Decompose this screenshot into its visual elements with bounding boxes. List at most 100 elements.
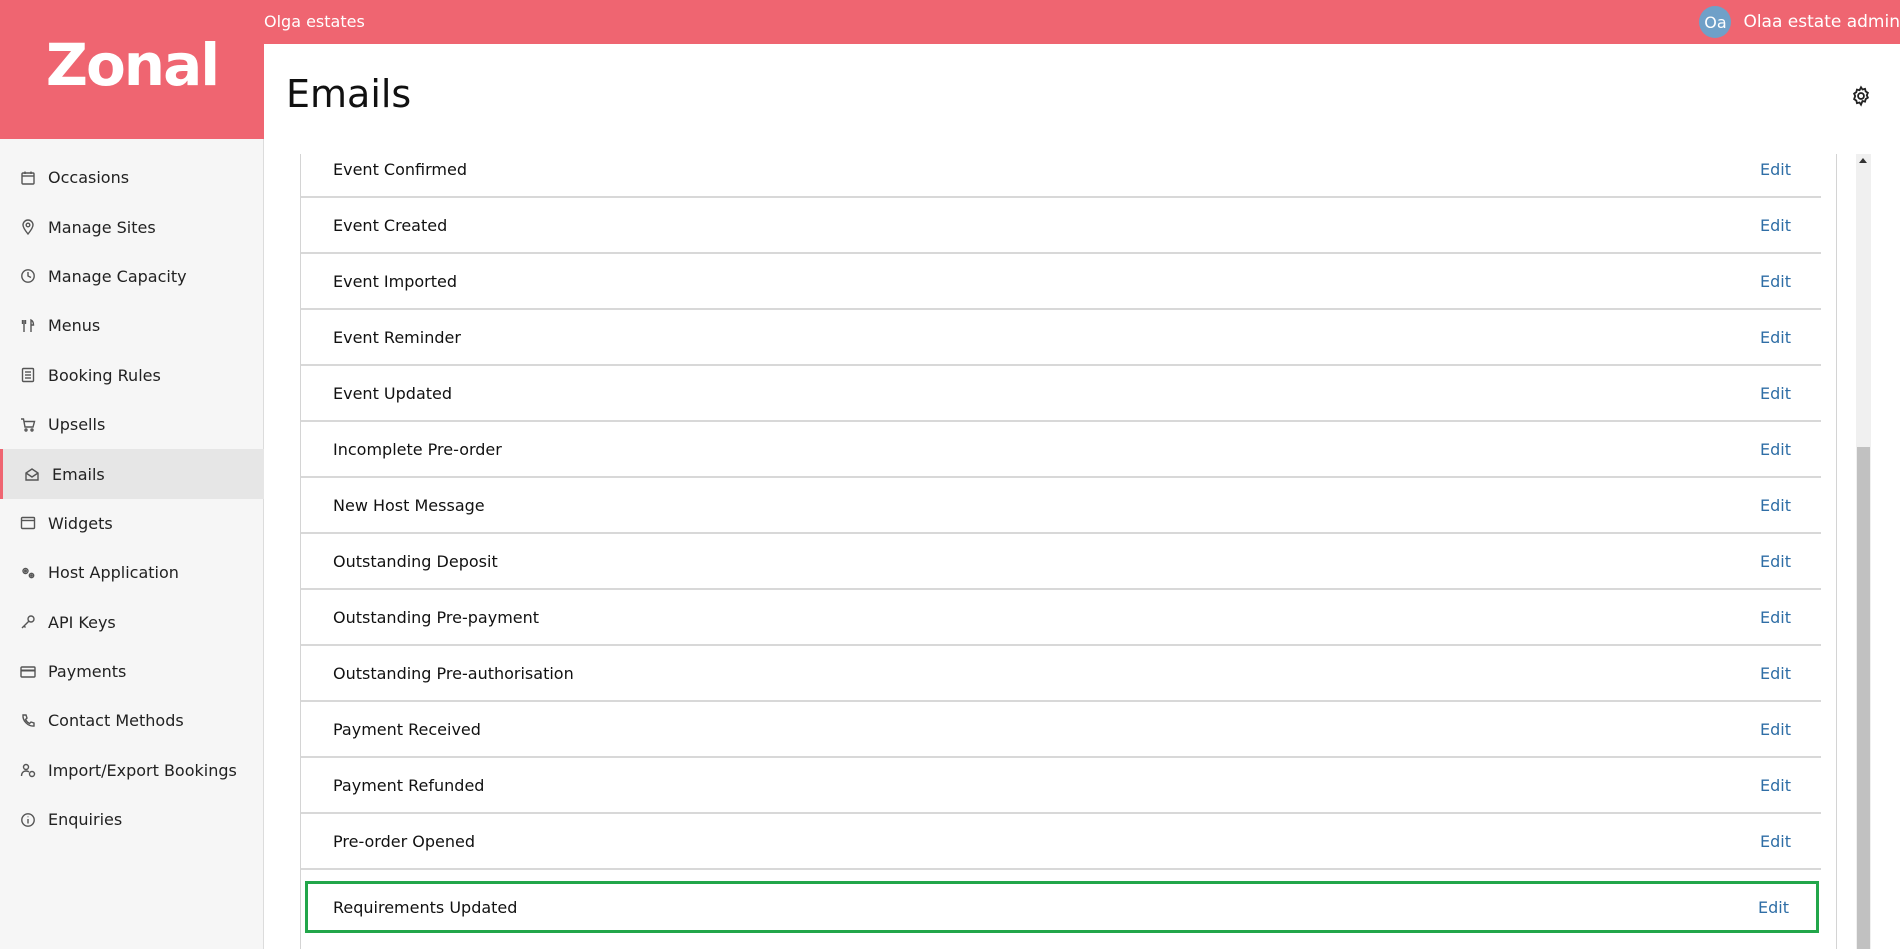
sidebar-item-label: Upsells — [48, 415, 106, 435]
email-template-name: Event Reminder — [333, 327, 461, 347]
list-item-highlighted: Requirements Updated Edit — [305, 881, 1819, 933]
email-template-name: Event Confirmed — [333, 159, 467, 179]
edit-link[interactable]: Edit — [1760, 216, 1791, 235]
edit-link[interactable]: Edit — [1760, 552, 1791, 571]
sidebar-item-manage-capacity[interactable]: Manage Capacity — [0, 252, 264, 301]
list-item: Outstanding Pre-payment Edit — [301, 590, 1821, 646]
edit-link[interactable]: Edit — [1760, 776, 1791, 795]
sidebar: Zonal Occasions Manage Sites Manage Capa… — [0, 0, 264, 949]
email-icon — [24, 466, 40, 482]
sidebar-item-payments[interactable]: Payments — [0, 647, 264, 696]
sidebar-item-label: Occasions — [48, 168, 130, 188]
sidebar-item-label: Manage Capacity — [48, 266, 187, 286]
edit-link[interactable]: Edit — [1760, 496, 1791, 515]
phone-icon — [20, 713, 36, 729]
list-item: Payment Received Edit — [301, 702, 1821, 758]
list-item: Pre-order Opened Edit — [301, 814, 1821, 870]
user-menu[interactable]: Oa Olaa estate admin — [1699, 6, 1900, 38]
sidebar-item-host-application[interactable]: Host Application — [0, 548, 264, 597]
sidebar-item-label: Menus — [48, 316, 101, 336]
sidebar-item-label: API Keys — [48, 612, 116, 632]
list-item: Incomplete Pre-order Edit — [301, 422, 1821, 478]
sidebar-item-menus[interactable]: Menus — [0, 301, 264, 350]
info-icon — [20, 812, 36, 828]
email-template-list: Event Confirmed Edit Event Created Edit … — [300, 154, 1837, 949]
edit-link[interactable]: Edit — [1760, 664, 1791, 683]
email-template-name: Outstanding Pre-payment — [333, 607, 540, 627]
scroll-thumb[interactable] — [1857, 447, 1870, 949]
sidebar-item-widgets[interactable]: Widgets — [0, 499, 264, 548]
sidebar-nav: Occasions Manage Sites Manage Capacity M… — [0, 153, 264, 844]
calendar-icon — [20, 170, 36, 186]
sidebar-item-manage-sites[interactable]: Manage Sites — [0, 202, 264, 251]
list-item: Event Updated Edit — [301, 366, 1821, 422]
sidebar-item-emails[interactable]: Emails — [0, 449, 264, 500]
vertical-scrollbar[interactable] — [1856, 154, 1871, 949]
edit-link[interactable]: Edit — [1760, 832, 1791, 851]
organisation-name[interactable]: Olga estates — [264, 12, 365, 31]
widget-window-icon — [20, 515, 36, 531]
sidebar-item-api-keys[interactable]: API Keys — [0, 598, 264, 647]
cutlery-icon — [20, 318, 36, 334]
sidebar-item-label: Enquiries — [48, 810, 123, 830]
edit-link[interactable]: Edit — [1760, 720, 1791, 739]
email-template-name: Outstanding Deposit — [333, 551, 498, 571]
sidebar-item-label: Contact Methods — [48, 711, 184, 731]
user-transfer-icon — [20, 762, 36, 778]
edit-link[interactable]: Edit — [1760, 272, 1791, 291]
sidebar-item-label: Payments — [48, 662, 127, 682]
edit-link[interactable]: Edit — [1760, 160, 1791, 179]
gears-icon — [20, 565, 36, 581]
sidebar-item-label: Widgets — [48, 513, 113, 533]
gear-icon[interactable] — [1850, 85, 1872, 107]
main-content: Emails Event Confirmed Edit Event Create… — [264, 44, 1900, 949]
list-item: Event Imported Edit — [301, 254, 1821, 310]
list-item: Outstanding Deposit Edit — [301, 534, 1821, 590]
email-template-name: Pre-order Opened — [333, 831, 475, 851]
email-template-name: Event Updated — [333, 383, 453, 403]
logo-text: Zonal — [45, 30, 220, 99]
avatar[interactable]: Oa — [1699, 6, 1732, 38]
email-template-name: Payment Received — [333, 719, 481, 739]
email-template-name: Event Created — [333, 215, 448, 235]
page-title: Emails — [286, 72, 412, 116]
list-item: Event Confirmed Edit — [301, 154, 1821, 198]
cart-icon — [20, 417, 36, 433]
sidebar-item-occasions[interactable]: Occasions — [0, 153, 264, 202]
sidebar-item-label: Host Application — [48, 563, 179, 583]
sidebar-item-label: Manage Sites — [48, 217, 156, 237]
sidebar-item-import-export-bookings[interactable]: Import/Export Bookings — [0, 746, 264, 795]
email-template-name: Event Imported — [333, 271, 458, 291]
edit-link[interactable]: Edit — [1760, 328, 1791, 347]
edit-link[interactable]: Edit — [1760, 384, 1791, 403]
list-item: Event Reminder Edit — [301, 310, 1821, 366]
sidebar-item-label: Booking Rules — [48, 365, 161, 385]
sidebar-item-label: Emails — [52, 464, 105, 484]
scroll-up-arrow-icon[interactable] — [1859, 158, 1867, 163]
user-name[interactable]: Olaa estate admin — [1743, 12, 1900, 32]
sidebar-item-upsells[interactable]: Upsells — [0, 400, 264, 449]
edit-link[interactable]: Edit — [1758, 898, 1789, 917]
edit-link[interactable]: Edit — [1760, 440, 1791, 459]
email-template-name: Requirements Updated — [333, 897, 518, 917]
credit-card-icon — [20, 664, 36, 680]
sidebar-item-enquiries[interactable]: Enquiries — [0, 795, 264, 844]
edit-link[interactable]: Edit — [1760, 608, 1791, 627]
list-item: Payment Refunded Edit — [301, 758, 1821, 814]
list-item: Event Created Edit — [301, 198, 1821, 254]
map-pin-icon — [20, 219, 36, 236]
top-bar: Olga estates Oa Olaa estate admin — [0, 0, 1900, 44]
email-template-name: New Host Message — [333, 495, 485, 515]
sidebar-item-contact-methods[interactable]: Contact Methods — [0, 696, 264, 745]
email-template-name: Incomplete Pre-order — [333, 439, 502, 459]
list-item: New Host Message Edit — [301, 478, 1821, 534]
clock-icon — [20, 268, 36, 284]
logo[interactable]: Zonal — [0, 0, 264, 139]
sidebar-item-label: Import/Export Bookings — [48, 760, 237, 780]
rules-list-icon — [20, 367, 36, 383]
key-icon — [20, 614, 36, 630]
email-template-name: Payment Refunded — [333, 775, 485, 795]
list-item: Outstanding Pre-authorisation Edit — [301, 646, 1821, 702]
sidebar-item-booking-rules[interactable]: Booking Rules — [0, 351, 264, 400]
email-template-name: Outstanding Pre-authorisation — [333, 663, 574, 683]
